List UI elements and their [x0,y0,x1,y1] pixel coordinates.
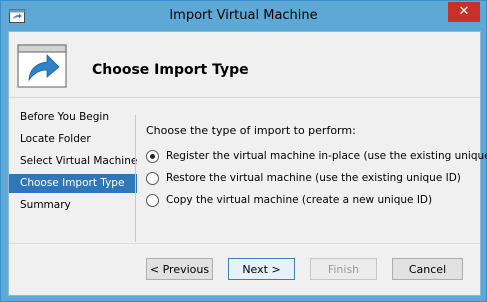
title-bar[interactable]: Import Virtual Machine ✕ [1,1,486,31]
radio-copy[interactable] [146,194,159,207]
wizard-body: Choose Import Type Before You Begin Loca… [8,31,487,296]
cancel-button[interactable]: Cancel [392,258,463,280]
radio-register-in-place[interactable] [146,150,159,163]
option-copy[interactable]: Copy the virtual machine (create a new u… [146,191,487,210]
previous-button[interactable]: < Previous [146,258,213,280]
wizard-steps-nav: Before You Begin Locate Folder Select Vi… [9,108,137,218]
radio-restore[interactable] [146,172,159,185]
option-restore[interactable]: Restore the virtual machine (use the exi… [146,169,487,188]
sidebar-item-before-you-begin[interactable]: Before You Begin [9,108,137,127]
footer-divider [9,243,480,244]
option-label-register[interactable]: Register the virtual machine in-place (u… [166,147,487,166]
sidebar-item-locate-folder[interactable]: Locate Folder [9,130,137,149]
option-label-copy[interactable]: Copy the virtual machine (create a new u… [166,191,432,210]
page-title: Choose Import Type [92,62,249,78]
import-vm-window: Import Virtual Machine ✕ Choose Import T… [0,0,487,302]
option-label-restore[interactable]: Restore the virtual machine (use the exi… [166,169,461,188]
import-arrow-window-icon [17,44,67,88]
window-title: Import Virtual Machine [169,8,318,23]
close-button[interactable]: ✕ [448,2,480,22]
sidebar-item-select-virtual-machine[interactable]: Select Virtual Machine [9,152,137,171]
wizard-header: Choose Import Type [9,32,480,98]
option-register-in-place[interactable]: Register the virtual machine in-place (u… [146,147,487,166]
import-prompt: Choose the type of import to perform: [146,124,356,137]
nav-divider [135,115,136,242]
import-type-panel: Choose the type of import to perform: Re… [146,124,487,213]
sidebar-item-summary[interactable]: Summary [9,196,137,215]
finish-button[interactable]: Finish [310,258,377,280]
sidebar-item-choose-import-type[interactable]: Choose Import Type [9,174,137,193]
next-button[interactable]: Next > [228,258,295,280]
close-icon: ✕ [458,4,470,19]
